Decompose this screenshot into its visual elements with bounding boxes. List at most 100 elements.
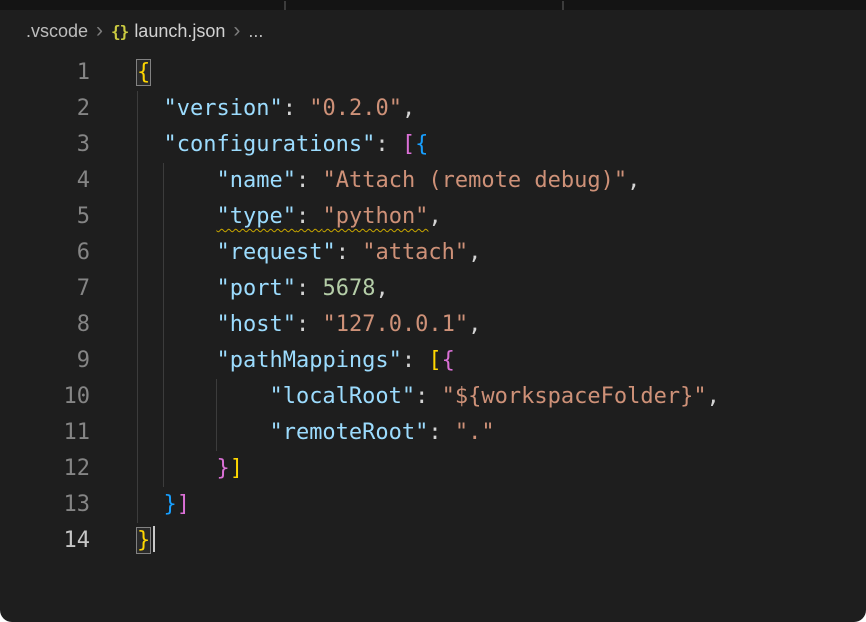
code-token: "remoteRoot"	[269, 420, 428, 445]
code-content: "type": "python",	[90, 199, 442, 235]
code-content: {	[90, 55, 150, 91]
breadcrumb-file[interactable]: launch.json	[134, 21, 225, 42]
code-line[interactable]: 5 "type": "python",	[0, 199, 866, 235]
indent-guide-line	[137, 271, 138, 307]
code-token: 5678	[322, 276, 375, 301]
code-token: :	[296, 312, 323, 337]
code-token: "${workspaceFolder}"	[442, 384, 707, 409]
code-token: :	[336, 240, 363, 265]
line-number[interactable]: 8	[0, 307, 90, 343]
code-token: "attach"	[362, 240, 468, 265]
code-token	[137, 456, 216, 481]
code-content: "port": 5678,	[90, 271, 389, 307]
code-token: "Attach (remote debug)"	[322, 168, 627, 193]
code-token: "host"	[216, 312, 295, 337]
code-line[interactable]: 3 "configurations": [{	[0, 127, 866, 163]
code-token: :	[415, 384, 442, 409]
chevron-right-icon: ›	[96, 20, 103, 41]
editor[interactable]: 1{2 "version": "0.2.0",3 "configurations…	[0, 52, 866, 559]
code-token: "port"	[216, 276, 295, 301]
indent-guide-line	[216, 415, 217, 451]
code-line[interactable]: 1{	[0, 55, 866, 91]
code-token: ]	[177, 492, 190, 517]
code-content: }]	[90, 487, 190, 523]
code-token: "localRoot"	[269, 384, 415, 409]
code-token: ]	[230, 456, 243, 481]
code-token: "request"	[216, 240, 335, 265]
code-line[interactable]: 6 "request": "attach",	[0, 235, 866, 271]
vscode-editor-window: .vscode › {} launch.json › ... 1{2 "vers…	[0, 0, 866, 622]
code-content: }]	[90, 451, 243, 487]
code-token: "."	[455, 420, 495, 445]
code-token: [	[402, 132, 415, 157]
line-number[interactable]: 11	[0, 415, 90, 451]
line-number[interactable]: 9	[0, 343, 90, 379]
code-line[interactable]: 10 "localRoot": "${workspaceFolder}",	[0, 379, 866, 415]
line-number[interactable]: 1	[0, 55, 90, 91]
indent-guide-line	[163, 235, 164, 271]
code-line[interactable]: 8 "host": "127.0.0.1",	[0, 307, 866, 343]
code-content: }	[90, 523, 155, 559]
code-token: ,	[375, 276, 388, 301]
code-line[interactable]: 9 "pathMappings": [{	[0, 343, 866, 379]
code-token: }	[164, 492, 177, 517]
indent-guide-line	[137, 451, 138, 487]
breadcrumb: .vscode › {} launch.json › ...	[0, 10, 866, 52]
indent-guide-line	[216, 379, 217, 415]
code-token: :	[296, 168, 323, 193]
code-line[interactable]: 14}	[0, 523, 866, 559]
tab-separator	[562, 1, 564, 10]
indent-guide-line	[137, 163, 138, 199]
line-number[interactable]: 12	[0, 451, 90, 487]
tab-separator	[284, 1, 286, 10]
line-number[interactable]: 6	[0, 235, 90, 271]
code-token	[137, 420, 269, 445]
line-number[interactable]: 13	[0, 487, 90, 523]
indent-guide-line	[163, 271, 164, 307]
line-number[interactable]: 4	[0, 163, 90, 199]
code-token: :	[402, 348, 429, 373]
line-number[interactable]: 5	[0, 199, 90, 235]
code-token: "0.2.0"	[309, 96, 402, 121]
breadcrumb-symbol-ellipsis[interactable]: ...	[248, 21, 263, 42]
code-token: ,	[468, 312, 481, 337]
code-line[interactable]: 13 }]	[0, 487, 866, 523]
code-token: "type"	[216, 204, 295, 229]
indent-guide-line	[163, 163, 164, 199]
code-line[interactable]: 7 "port": 5678,	[0, 271, 866, 307]
code-content: "localRoot": "${workspaceFolder}",	[90, 379, 720, 415]
code-token	[137, 348, 216, 373]
indent-guide-line	[137, 415, 138, 451]
code-token	[137, 276, 216, 301]
indent-guide-line	[163, 199, 164, 235]
code-line[interactable]: 12 }]	[0, 451, 866, 487]
code-line[interactable]: 11 "remoteRoot": "."	[0, 415, 866, 451]
line-number[interactable]: 2	[0, 91, 90, 127]
code-token: ,	[468, 240, 481, 265]
code-content: "name": "Attach (remote debug)",	[90, 163, 640, 199]
code-line[interactable]: 2 "version": "0.2.0",	[0, 91, 866, 127]
indent-guide-line	[137, 343, 138, 379]
indent-guide-line	[163, 451, 164, 487]
code-line[interactable]: 4 "name": "Attach (remote debug)",	[0, 163, 866, 199]
line-number[interactable]: 7	[0, 271, 90, 307]
code-content: "pathMappings": [{	[90, 343, 455, 379]
line-number[interactable]: 3	[0, 127, 90, 163]
indent-guide-line	[163, 307, 164, 343]
code-token: :	[283, 96, 310, 121]
code-content: "host": "127.0.0.1",	[90, 307, 481, 343]
code-token: ,	[428, 204, 441, 229]
code-token: }	[137, 528, 150, 553]
breadcrumb-folder[interactable]: .vscode	[26, 21, 88, 42]
line-number[interactable]: 14	[0, 523, 90, 559]
indent-guide-line	[163, 415, 164, 451]
code-token: ,	[627, 168, 640, 193]
code-token: "127.0.0.1"	[322, 312, 468, 337]
indent-guide-line	[137, 91, 138, 127]
indent-guide-line	[137, 127, 138, 163]
code-token: "python"	[322, 204, 428, 229]
code-token: :	[296, 276, 323, 301]
code-token: [	[428, 348, 441, 373]
code-token: :	[375, 132, 402, 157]
line-number[interactable]: 10	[0, 379, 90, 415]
